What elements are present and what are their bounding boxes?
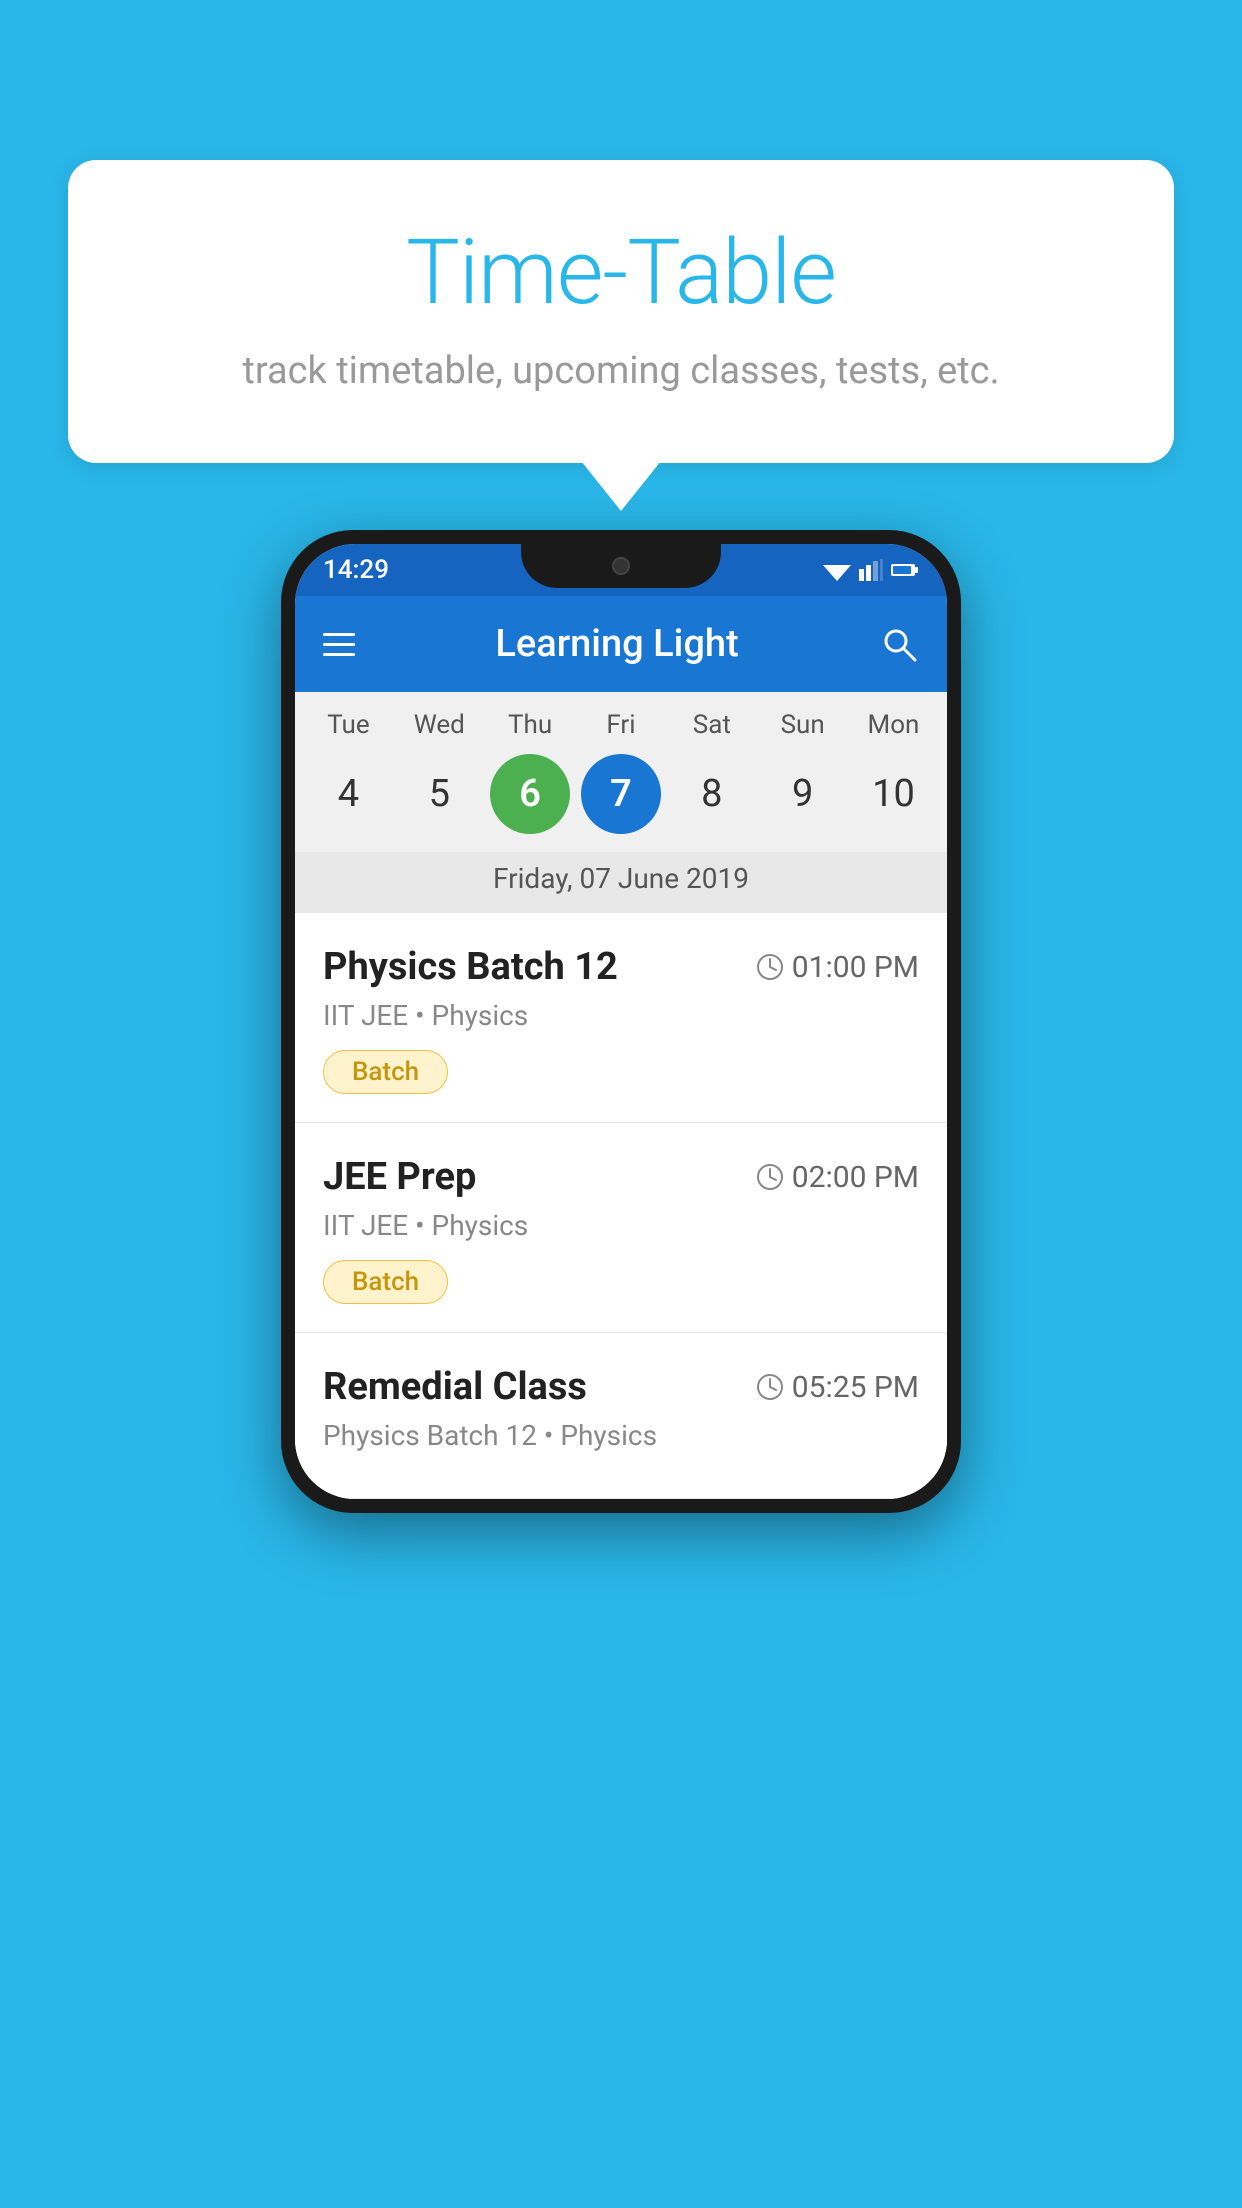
phone-outer-shell: 14:29 bbox=[281, 530, 961, 1513]
signal-icon bbox=[859, 559, 883, 581]
day-label-thu: Thu bbox=[490, 710, 570, 740]
day-label-tue: Tue bbox=[308, 710, 388, 740]
day-5[interactable]: 5 bbox=[399, 754, 479, 834]
schedule-item-2-header: JEE Prep 02:00 PM bbox=[323, 1155, 919, 1199]
day-headers: Tue Wed Thu Fri Sat Sun Mon bbox=[295, 710, 947, 740]
clock-icon-3 bbox=[756, 1373, 784, 1401]
day-4[interactable]: 4 bbox=[308, 754, 388, 834]
schedule-item-1-time: 01:00 PM bbox=[756, 950, 919, 985]
clock-icon-1 bbox=[756, 953, 784, 981]
status-icons bbox=[823, 559, 919, 581]
schedule-item-3-time: 05:25 PM bbox=[756, 1370, 919, 1405]
hamburger-icon[interactable] bbox=[323, 633, 355, 656]
schedule-item-2-subtitle: IIT JEE • Physics bbox=[323, 1209, 919, 1242]
schedule-item-2-title: JEE Prep bbox=[323, 1155, 476, 1199]
schedule-item-3[interactable]: Remedial Class 05:25 PM Physics Batch 12… bbox=[295, 1333, 947, 1499]
day-7-selected[interactable]: 7 bbox=[581, 754, 661, 834]
wifi-icon bbox=[823, 559, 851, 581]
selected-date-label: Friday, 07 June 2019 bbox=[295, 852, 947, 913]
schedule-list: Physics Batch 12 01:00 PM IIT JEE • Phys… bbox=[295, 913, 947, 1499]
schedule-item-3-title: Remedial Class bbox=[323, 1365, 587, 1409]
schedule-item-1-subtitle: IIT JEE • Physics bbox=[323, 999, 919, 1032]
phone-notch bbox=[521, 544, 721, 588]
menu-icon[interactable] bbox=[323, 633, 355, 656]
schedule-item-2-tag: Batch bbox=[323, 1260, 448, 1304]
app-bar: Learning Light bbox=[295, 596, 947, 692]
schedule-item-1-title: Physics Batch 12 bbox=[323, 945, 618, 989]
clock-icon-2 bbox=[756, 1163, 784, 1191]
front-camera bbox=[612, 557, 630, 575]
day-9[interactable]: 9 bbox=[763, 754, 843, 834]
app-feature-title: Time-Table bbox=[148, 220, 1094, 325]
app-title: Learning Light bbox=[355, 622, 879, 666]
schedule-item-2[interactable]: JEE Prep 02:00 PM IIT JEE • Physics Batc… bbox=[295, 1123, 947, 1333]
battery-icon bbox=[891, 562, 919, 578]
calendar-strip: Tue Wed Thu Fri Sat Sun Mon 4 5 6 7 8 9 … bbox=[295, 692, 947, 913]
day-10[interactable]: 10 bbox=[853, 754, 933, 834]
day-label-wed: Wed bbox=[399, 710, 479, 740]
schedule-item-1[interactable]: Physics Batch 12 01:00 PM IIT JEE • Phys… bbox=[295, 913, 947, 1123]
speech-bubble-card: Time-Table track timetable, upcoming cla… bbox=[68, 160, 1174, 463]
schedule-item-3-header: Remedial Class 05:25 PM bbox=[323, 1365, 919, 1409]
app-feature-subtitle: track timetable, upcoming classes, tests… bbox=[148, 349, 1094, 393]
day-label-fri: Fri bbox=[581, 710, 661, 740]
schedule-item-2-time: 02:00 PM bbox=[756, 1160, 919, 1195]
day-label-sun: Sun bbox=[763, 710, 843, 740]
schedule-item-1-tag: Batch bbox=[323, 1050, 448, 1094]
speech-bubble-section: Time-Table track timetable, upcoming cla… bbox=[68, 160, 1174, 463]
day-numbers: 4 5 6 7 8 9 10 bbox=[295, 754, 947, 834]
schedule-item-3-subtitle: Physics Batch 12 • Physics bbox=[323, 1419, 919, 1452]
day-label-sat: Sat bbox=[672, 710, 752, 740]
phone-screen: 14:29 bbox=[295, 544, 947, 1499]
day-label-mon: Mon bbox=[853, 710, 933, 740]
status-time: 14:29 bbox=[323, 555, 389, 585]
search-button[interactable] bbox=[879, 624, 919, 664]
schedule-item-1-header: Physics Batch 12 01:00 PM bbox=[323, 945, 919, 989]
search-icon bbox=[879, 624, 919, 664]
phone-mockup: 14:29 bbox=[281, 530, 961, 1513]
day-8[interactable]: 8 bbox=[672, 754, 752, 834]
day-6-today[interactable]: 6 bbox=[490, 754, 570, 834]
